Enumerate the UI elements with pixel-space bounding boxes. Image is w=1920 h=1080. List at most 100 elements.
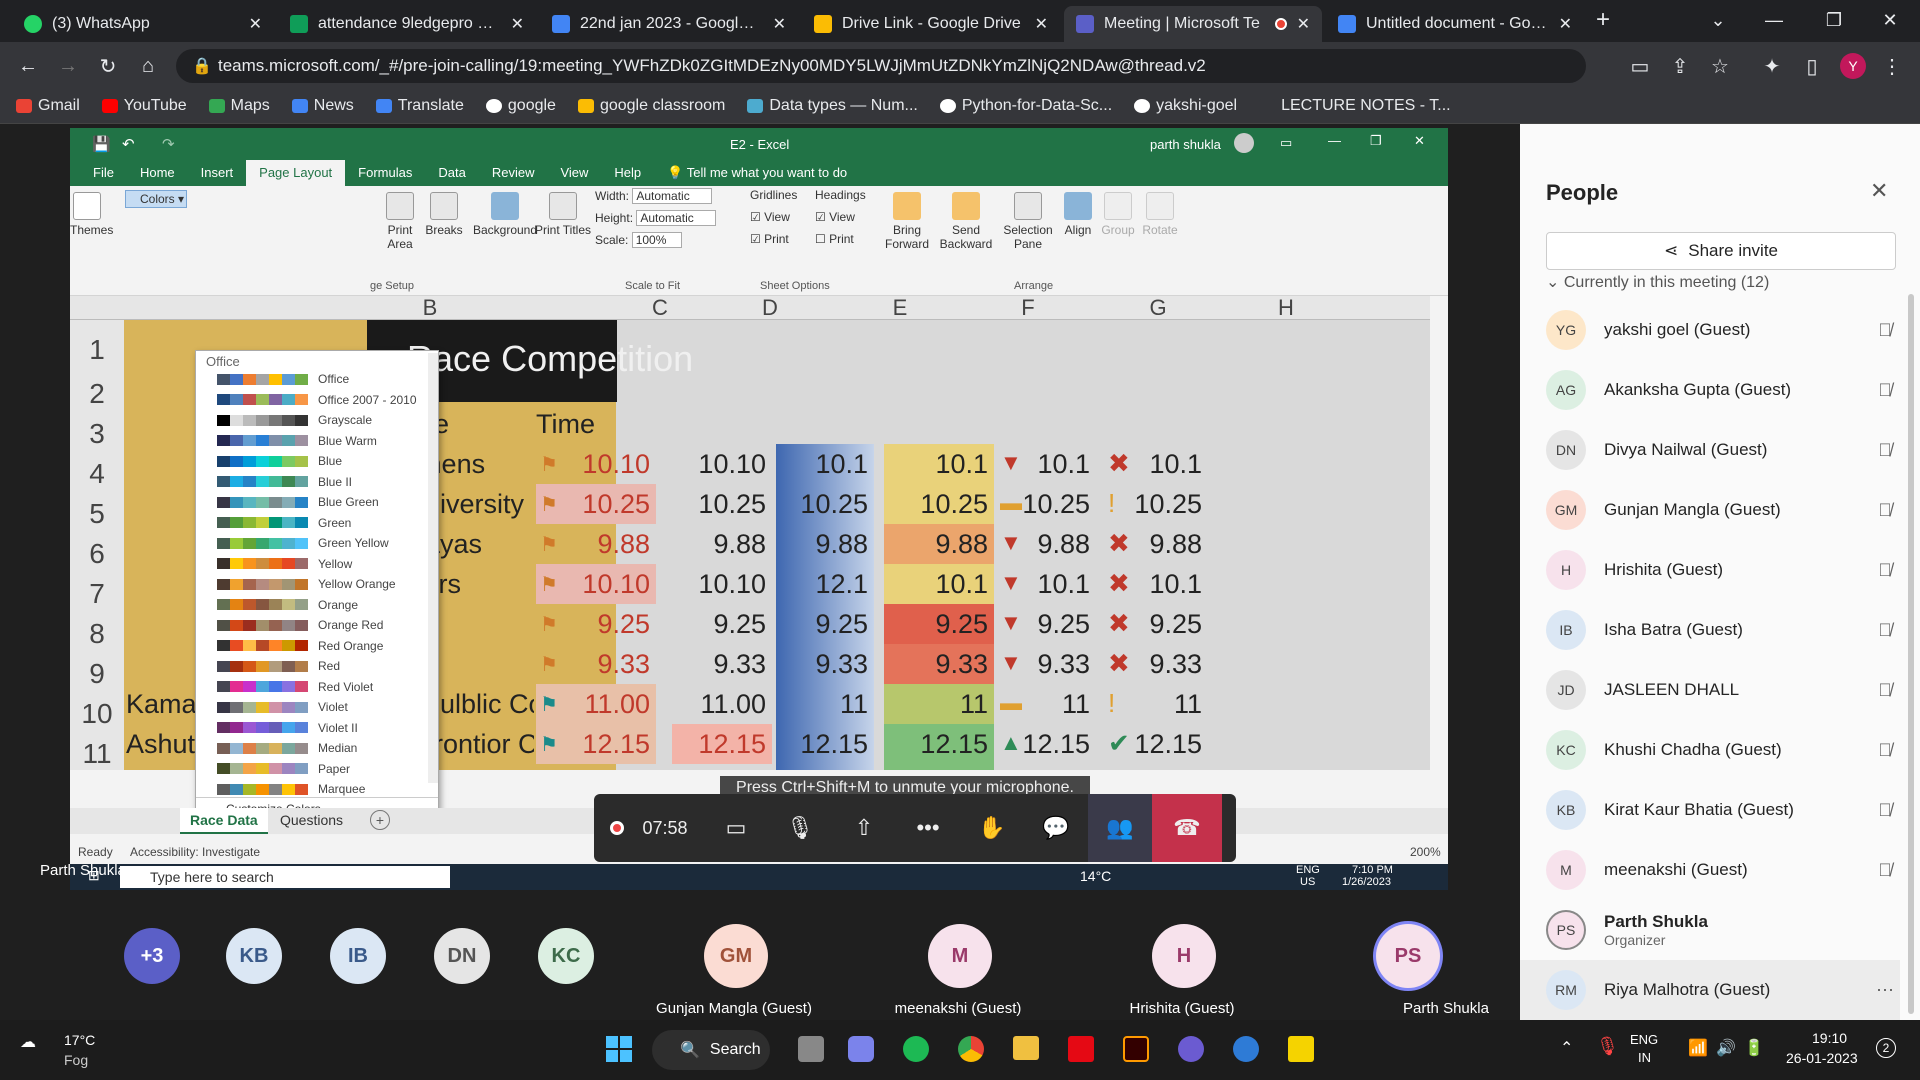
- color-scheme-item[interactable]: Blue: [196, 451, 426, 471]
- cell-f[interactable]: 12.15: [884, 724, 994, 764]
- participant-row[interactable]: IB Isha Batra (Guest) 🎙̸: [1520, 600, 1900, 660]
- more-options-icon[interactable]: ⋯: [1870, 980, 1900, 1001]
- row-header[interactable]: 9: [70, 654, 124, 694]
- headings-print-checkbox[interactable]: ☐ Print: [815, 232, 854, 246]
- gallery-avatar[interactable]: GM: [704, 924, 768, 988]
- column-header[interactable]: E: [870, 296, 930, 320]
- more-actions-button[interactable]: •••: [896, 794, 960, 862]
- color-scheme-item[interactable]: Office: [196, 369, 426, 389]
- print-titles-button[interactable]: Print Titles: [534, 192, 592, 237]
- clock-time[interactable]: 19:10: [1812, 1030, 1847, 1046]
- cell-f[interactable]: 10.1: [884, 564, 994, 604]
- bookmark-star-icon[interactable]: ☆: [1704, 50, 1736, 82]
- taskbar-search[interactable]: Type here to search: [120, 866, 450, 888]
- bookmark-python[interactable]: Python-for-Data-Sc...: [939, 97, 1112, 115]
- rotate-button[interactable]: Rotate: [1140, 192, 1180, 237]
- weather-temp[interactable]: 17°C: [64, 1032, 95, 1048]
- tab-search-icon[interactable]: ⌄: [1690, 0, 1746, 40]
- color-scheme-item[interactable]: Office 2007 - 2010: [196, 390, 426, 410]
- reload-button[interactable]: ↻: [92, 50, 124, 82]
- minimize-icon[interactable]: —: [1328, 133, 1341, 148]
- raise-hand-button[interactable]: ✋: [960, 794, 1024, 862]
- participant-row[interactable]: PS Parth Shukla Organizer: [1520, 900, 1900, 960]
- zoom-level[interactable]: 200%: [1410, 845, 1441, 859]
- cell-e[interactable]: [776, 764, 874, 770]
- mic-off-button[interactable]: 🎙: [768, 794, 832, 862]
- leave-call-button[interactable]: ☎: [1152, 794, 1222, 862]
- gallery-avatar[interactable]: +3: [124, 928, 180, 984]
- send-backward-button[interactable]: Send Backward: [938, 192, 994, 251]
- home-button[interactable]: ⌂: [132, 50, 164, 82]
- file-explorer-icon[interactable]: [1013, 1036, 1039, 1060]
- close-panel-icon[interactable]: ✕: [1870, 178, 1888, 204]
- sticky-notes-icon[interactable]: [1288, 1036, 1314, 1062]
- chat-button[interactable]: 💬: [1024, 794, 1088, 862]
- color-scheme-item[interactable]: Yellow: [196, 554, 426, 574]
- participant-row[interactable]: GM Gunjan Mangla (Guest) 🎙̸: [1520, 480, 1900, 540]
- cell-d[interactable]: [672, 764, 772, 770]
- bookmark-youtube[interactable]: YouTube: [101, 97, 187, 115]
- participant-row[interactable]: H Hrishita (Guest) 🎙̸: [1520, 540, 1900, 600]
- close-icon[interactable]: ✕: [773, 14, 786, 34]
- cell-d[interactable]: 10.10: [672, 564, 772, 604]
- cell-d[interactable]: 10.10: [672, 444, 772, 484]
- minimize-button[interactable]: —: [1746, 0, 1802, 40]
- save-icon[interactable]: 💾: [92, 135, 111, 153]
- participant-row[interactable]: KB Kirat Kaur Bhatia (Guest) 🎙̸: [1520, 780, 1900, 840]
- height-select[interactable]: Automatic: [636, 210, 717, 226]
- color-scheme-item[interactable]: Median: [196, 738, 426, 758]
- print-area-button[interactable]: Print Area: [378, 192, 422, 251]
- participant-row[interactable]: KC Khushi Chadha (Guest) 🎙̸: [1520, 720, 1900, 780]
- restore-button[interactable]: ❐: [1806, 0, 1862, 40]
- tell-me-box[interactable]: 💡 Tell me what you want to do: [654, 160, 860, 186]
- language[interactable]: ENG: [1630, 1032, 1658, 1047]
- themes-button[interactable]: Themes: [70, 192, 113, 237]
- color-scheme-item[interactable]: Green: [196, 513, 426, 533]
- new-tab-button[interactable]: +: [1596, 6, 1610, 34]
- extensions-icon[interactable]: ✦: [1756, 50, 1788, 82]
- bookmark-news[interactable]: News: [291, 97, 354, 115]
- ribbon-display-icon[interactable]: ▭: [1280, 135, 1292, 151]
- dropdown-scrollbar[interactable]: [428, 353, 438, 783]
- tab-page-layout[interactable]: Page Layout: [246, 160, 346, 186]
- wifi-icon[interactable]: 📶: [1688, 1038, 1708, 1058]
- column-header[interactable]: G: [1128, 296, 1188, 320]
- color-scheme-item[interactable]: Violet: [196, 697, 426, 717]
- color-scheme-item[interactable]: Orange Red: [196, 615, 426, 635]
- redo-icon[interactable]: ↷: [162, 135, 175, 153]
- close-icon[interactable]: ✕: [1559, 14, 1572, 34]
- battery-icon[interactable]: 🔋: [1744, 1038, 1764, 1058]
- bookmark-gmail[interactable]: Gmail: [16, 97, 80, 115]
- show-hidden-icons[interactable]: ⌃: [1560, 1038, 1573, 1058]
- accessibility-status[interactable]: Accessibility: Investigate: [130, 845, 260, 859]
- tab-file[interactable]: File: [80, 160, 127, 186]
- color-scheme-item[interactable]: Red Orange: [196, 636, 426, 656]
- cell-e[interactable]: 9.88: [776, 524, 874, 564]
- close-window-button[interactable]: ✕: [1862, 0, 1918, 40]
- vpn-icon[interactable]: [1233, 1036, 1259, 1062]
- close-icon[interactable]: ✕: [1297, 14, 1310, 34]
- color-scheme-item[interactable]: Violet II: [196, 718, 426, 738]
- tab-whatsapp[interactable]: (3) WhatsApp ✕: [12, 6, 274, 42]
- cell-f[interactable]: 10.1: [884, 444, 994, 484]
- align-button[interactable]: Align: [1060, 192, 1096, 237]
- spotify-icon[interactable]: [903, 1036, 929, 1062]
- back-button[interactable]: ←: [12, 50, 44, 82]
- cell-d[interactable]: 9.25: [672, 604, 772, 644]
- cell-e[interactable]: 10.25: [776, 484, 874, 524]
- color-scheme-item[interactable]: Green Yellow: [196, 533, 426, 553]
- camera-blocked-icon[interactable]: ▭: [1624, 50, 1656, 82]
- sidebar-icon[interactable]: ▯: [1796, 50, 1828, 82]
- cell-e[interactable]: 9.33: [776, 644, 874, 684]
- cell-e[interactable]: 12.15: [776, 724, 874, 764]
- mic-in-use-icon[interactable]: 🎙: [1596, 1036, 1619, 1057]
- color-scheme-item[interactable]: Paper: [196, 759, 426, 779]
- windows-start-button[interactable]: [606, 1036, 632, 1062]
- netflix-icon[interactable]: [1068, 1036, 1094, 1062]
- gallery-avatar[interactable]: DN: [434, 928, 490, 984]
- column-header[interactable]: F: [998, 296, 1058, 320]
- participant-row[interactable]: AG Akanksha Gupta (Guest) 🎙̸: [1520, 360, 1900, 420]
- row-header[interactable]: 8: [70, 614, 124, 654]
- tab-insert[interactable]: Insert: [188, 160, 247, 186]
- cell-e[interactable]: 10.1: [776, 444, 874, 484]
